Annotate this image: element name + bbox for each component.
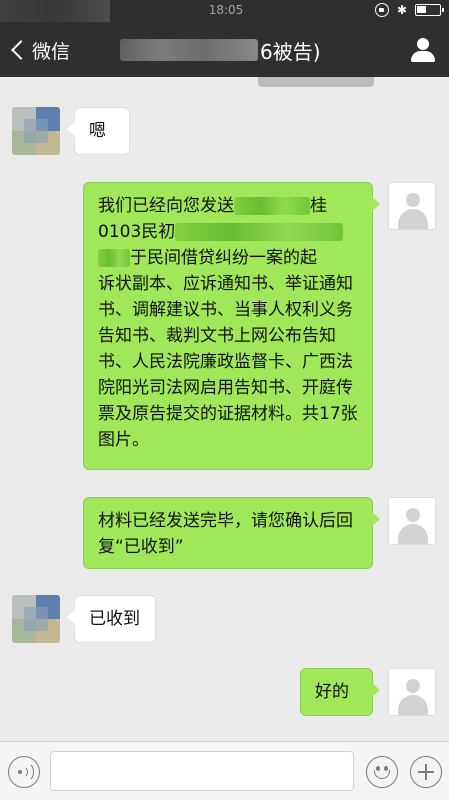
plus-icon-stroke: [425, 764, 427, 780]
chat-title-redaction: [120, 39, 258, 61]
my-avatar[interactable]: [388, 497, 436, 545]
name-redaction: [98, 249, 130, 267]
message-bubble-outgoing[interactable]: 材料已经发送完毕，请您确认后回复“已收到”: [83, 497, 380, 569]
battery-icon: [415, 4, 444, 16]
status-bar: 18:05 ✱: [0, 0, 449, 22]
back-button[interactable]: 微信: [8, 36, 70, 64]
message-text: 已收到: [89, 609, 140, 629]
message-text-part: 0103民初: [98, 222, 176, 242]
nav-bar: 微信 6被告): [0, 22, 449, 77]
message-text: 好的: [315, 682, 349, 702]
chat-title-text: 6被告): [260, 39, 321, 64]
message-line: 于民间借贷纠纷一案的起: [98, 245, 358, 271]
status-icons: ✱: [374, 3, 444, 17]
my-avatar[interactable]: [388, 668, 436, 716]
emoji-icon-mouth: [374, 770, 390, 779]
chat-info-button[interactable]: [411, 38, 435, 62]
person-icon-body: [411, 51, 435, 62]
status-carrier-blur: [0, 0, 110, 22]
battery-level: [417, 6, 426, 13]
bluetooth-icon: ✱: [396, 3, 407, 17]
message-text: 嗯: [89, 121, 106, 141]
chat-title: 6被告): [120, 35, 321, 65]
voice-icon-wave: [18, 762, 34, 782]
contact-avatar[interactable]: [12, 595, 60, 643]
voice-button[interactable]: [8, 756, 40, 788]
input-bar: [0, 741, 449, 800]
message-bubble-incoming[interactable]: 已收到: [67, 595, 156, 643]
message-bubble-incoming[interactable]: 嗯: [67, 107, 130, 155]
message-text-part: 于民间借贷纠纷一案的起: [130, 248, 317, 268]
message-line: 0103民初: [98, 219, 358, 245]
message-line: 我们已经向您发送 桂: [98, 193, 358, 219]
case-number-redaction: [175, 223, 344, 241]
message-text: 材料已经发送完毕，请您确认后回复“已收到”: [98, 511, 353, 557]
message-bubble-outgoing[interactable]: 我们已经向您发送 桂 0103民初 于民间借贷纠纷一案的起 诉状副本、应诉通知书、…: [83, 182, 380, 470]
message-bubble-outgoing[interactable]: 好的: [300, 668, 380, 716]
previous-message-edge: [258, 77, 374, 87]
my-avatar[interactable]: [388, 182, 436, 230]
status-time: 18:05: [208, 3, 244, 17]
person-icon: [417, 38, 429, 50]
message-text-part: 桂: [310, 196, 327, 216]
back-label: 微信: [32, 40, 71, 63]
case-number-redaction: [234, 197, 310, 215]
more-button[interactable]: [410, 756, 442, 788]
rotation-lock-icon: [374, 3, 389, 17]
message-input[interactable]: [50, 751, 354, 791]
chat-area[interactable]: 嗯 我们已经向您发送 桂 0103民初 于民间借贷纠纷一案的起 诉状副本、应诉通知…: [0, 77, 449, 741]
message-text: 诉状副本、应诉通知书、举证通知书、调解建议书、当事人权利义务告知书、裁判文书上网…: [98, 274, 358, 450]
contact-avatar[interactable]: [12, 107, 60, 155]
chevron-left-icon: [11, 40, 31, 60]
emoji-button[interactable]: [366, 756, 398, 788]
message-text-part: 我们已经向您发送: [98, 196, 234, 216]
